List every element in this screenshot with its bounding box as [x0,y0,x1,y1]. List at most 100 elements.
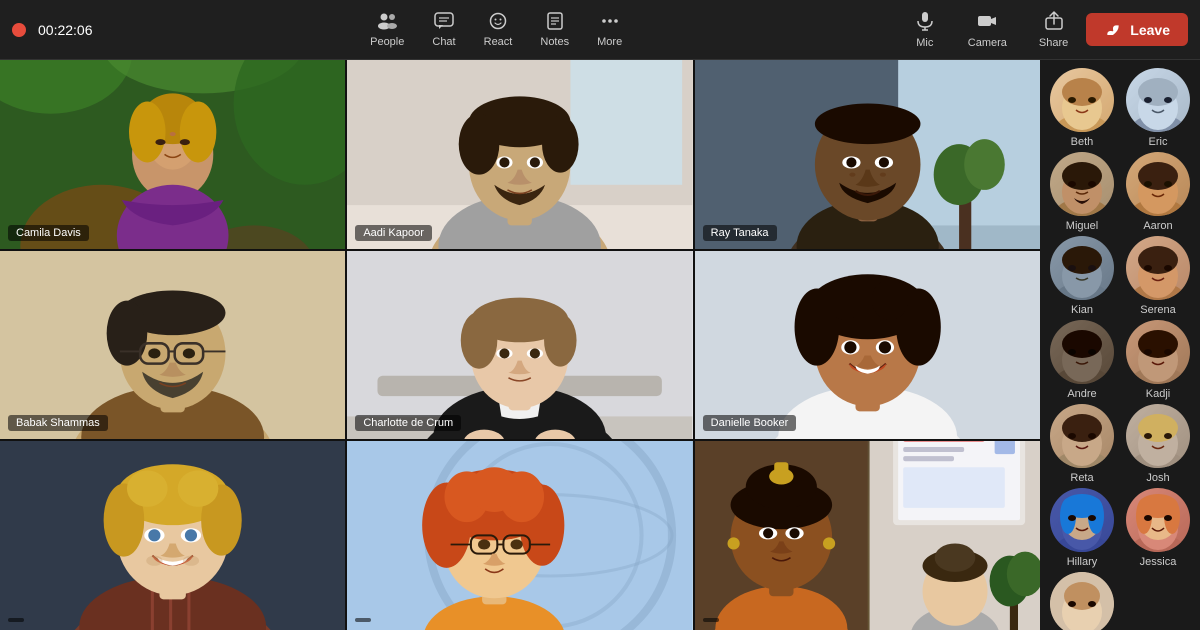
video-cell-p8[interactable] [347,441,692,630]
leave-button[interactable]: Leave [1086,13,1188,46]
video-grid: Camila Davis [0,60,1040,630]
nav-items: People Chat Reac [358,5,634,54]
danielle-label: Danielle Booker [703,415,797,431]
aaron-name: Aaron [1143,220,1172,232]
camila-label: Camila Davis [8,225,89,241]
nav-chat[interactable]: Chat [420,5,467,54]
sidebar-row-5: Hillary Jessica [1046,488,1194,568]
more-label: More [597,36,622,48]
hillary-avatar [1050,488,1114,552]
andre-avatar [1050,320,1114,384]
sidebar-extra1[interactable] [1046,572,1118,630]
chat-icon [433,11,455,34]
video-cell-aadi[interactable]: Aadi Kapoor [347,60,692,249]
nav-more[interactable]: More [585,5,634,54]
leave-label: Leave [1130,22,1170,38]
babak-label: Babak Shammas [8,415,108,431]
serena-avatar [1126,236,1190,300]
charlotte-label: Charlotte de Crum [355,415,461,431]
people-label: People [370,36,404,48]
sidebar-reta[interactable]: Reta [1046,404,1118,484]
sidebar-row-1: Miguel Aaron [1046,152,1194,232]
aadi-label: Aadi Kapoor [355,225,432,241]
kadji-name: Kadji [1146,388,1170,400]
recording-indicator [12,23,26,37]
video-cell-p9[interactable] [695,441,1040,630]
react-icon [487,11,509,34]
react-label: React [484,36,513,48]
chat-label: Chat [432,36,455,48]
notes-icon [544,11,566,34]
josh-avatar [1126,404,1190,468]
timer-display: 00:22:06 [38,22,93,38]
miguel-avatar [1050,152,1114,216]
sidebar-beth[interactable]: Beth [1046,68,1118,148]
share-button[interactable]: Share [1025,4,1082,55]
video-cell-babak[interactable]: Babak Shammas [0,251,345,440]
extra1-avatar [1050,572,1114,630]
eric-name: Eric [1149,136,1168,148]
andre-name: Andre [1067,388,1096,400]
notes-label: Notes [540,36,569,48]
sidebar-row-2: Kian Serena [1046,236,1194,316]
beth-name: Beth [1071,136,1094,148]
nav-people[interactable]: People [358,5,416,54]
sidebar-aaron[interactable]: Aaron [1122,152,1194,232]
kian-avatar [1050,236,1114,300]
video-cell-p7[interactable] [0,441,345,630]
mic-button[interactable]: Mic [900,4,950,55]
nav-notes[interactable]: Notes [528,5,581,54]
beth-avatar [1050,68,1114,132]
camera-label: Camera [968,37,1007,49]
mic-label: Mic [916,37,933,49]
reta-name: Reta [1070,472,1093,484]
video-cell-ray[interactable]: Ray Tanaka [695,60,1040,249]
top-bar: 00:22:06 People [0,0,1200,60]
kadji-avatar [1126,320,1190,384]
mic-icon [914,10,936,35]
people-icon [376,11,398,34]
sidebar-josh[interactable]: Josh [1122,404,1194,484]
camera-button[interactable]: Camera [954,4,1021,55]
main-content: Camila Davis [0,60,1200,630]
sidebar-row-0: Beth Eric [1046,68,1194,148]
share-label: Share [1039,37,1068,49]
sidebar-kadji[interactable]: Kadji [1122,320,1194,400]
sidebar-eric[interactable]: Eric [1122,68,1194,148]
serena-name: Serena [1140,304,1175,316]
camera-icon [976,10,998,35]
sidebar-row-6 [1046,572,1194,630]
sidebar-row-4: Reta Josh [1046,404,1194,484]
jessica-avatar [1126,488,1190,552]
sidebar-andre[interactable]: Andre [1046,320,1118,400]
video-cell-danielle[interactable]: Danielle Booker [695,251,1040,440]
nav-react[interactable]: React [472,5,525,54]
kian-name: Kian [1071,304,1093,316]
sidebar-jessica[interactable]: Jessica [1122,488,1194,568]
right-controls: Mic Camera Share [900,4,1188,55]
p9-label [703,618,719,622]
share-icon [1043,10,1065,35]
jessica-name: Jessica [1140,556,1177,568]
sidebar-miguel[interactable]: Miguel [1046,152,1118,232]
ray-label: Ray Tanaka [703,225,777,241]
participant-sidebar: Beth Eric [1040,60,1200,630]
sidebar-kian[interactable]: Kian [1046,236,1118,316]
aaron-avatar [1126,152,1190,216]
sidebar-row-3: Andre Kadji [1046,320,1194,400]
reta-avatar [1050,404,1114,468]
phone-icon [1104,21,1122,38]
josh-name: Josh [1146,472,1169,484]
miguel-name: Miguel [1066,220,1098,232]
sidebar-hillary[interactable]: Hillary [1046,488,1118,568]
more-icon [599,11,621,34]
hillary-name: Hillary [1067,556,1098,568]
sidebar-serena[interactable]: Serena [1122,236,1194,316]
p7-label [8,618,24,622]
video-cell-camila[interactable]: Camila Davis [0,60,345,249]
video-cell-charlotte[interactable]: Charlotte de Crum [347,251,692,440]
eric-avatar [1126,68,1190,132]
p8-label [355,618,371,622]
timer-area: 00:22:06 [12,22,93,38]
empty-slot [1122,572,1194,630]
